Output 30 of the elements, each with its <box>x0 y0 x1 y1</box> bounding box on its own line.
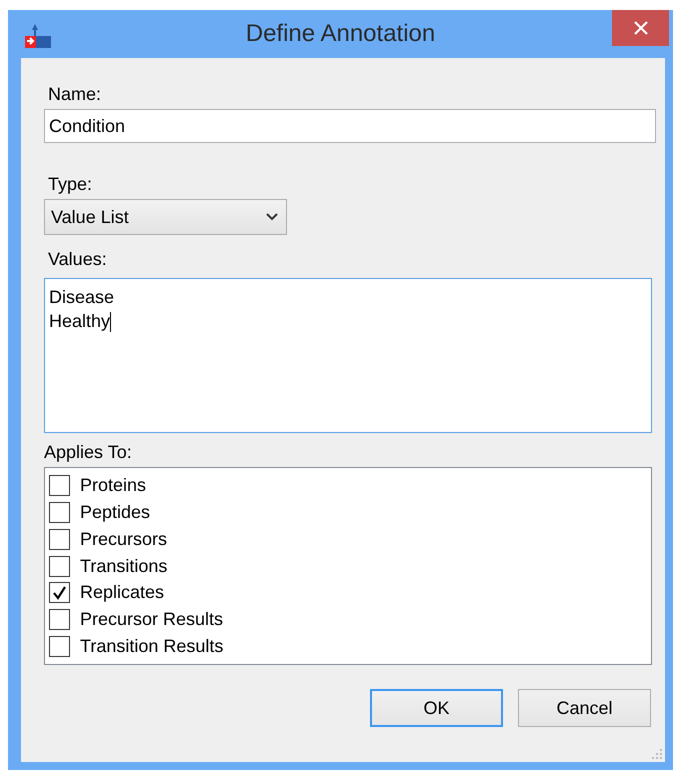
checkbox[interactable] <box>49 556 70 576</box>
checkbox-label: Precursors <box>80 528 168 550</box>
close-icon <box>632 20 648 36</box>
type-dropdown[interactable]: Value List <box>44 199 287 235</box>
dialog-button[interactable]: Cancel <box>518 689 651 727</box>
name-field[interactable]: Condition <box>44 109 656 143</box>
app-icon <box>25 22 53 50</box>
checkbox-label: Replicates <box>80 582 164 604</box>
checkbox-label: Proteins <box>80 474 146 496</box>
chevron-down-icon <box>266 213 278 221</box>
resize-grip-icon <box>651 748 663 760</box>
applies-to-label: Applies To: <box>44 442 133 463</box>
checkbox-label: Peptides <box>80 502 150 523</box>
dialog-button[interactable]: OK <box>370 689 503 727</box>
close-button[interactable] <box>612 10 669 46</box>
checkmark-icon <box>52 586 67 600</box>
checkbox[interactable] <box>49 474 70 496</box>
checkbox[interactable] <box>49 636 70 658</box>
checkbox-label: Precursor Results <box>80 609 224 630</box>
values-field[interactable]: Disease Healthy <box>44 278 652 433</box>
checkbox[interactable] <box>49 609 70 630</box>
checkbox[interactable] <box>49 502 70 523</box>
values-label: Values: <box>48 249 108 270</box>
window-title: Define Annotation <box>244 20 436 48</box>
name-label: Name: <box>48 84 102 105</box>
type-label: Type: <box>48 174 94 195</box>
checkbox-label: Transition Results <box>80 636 224 658</box>
checkbox[interactable] <box>49 528 70 550</box>
checkbox-label: Transitions <box>80 556 168 576</box>
checkbox[interactable] <box>49 582 70 604</box>
